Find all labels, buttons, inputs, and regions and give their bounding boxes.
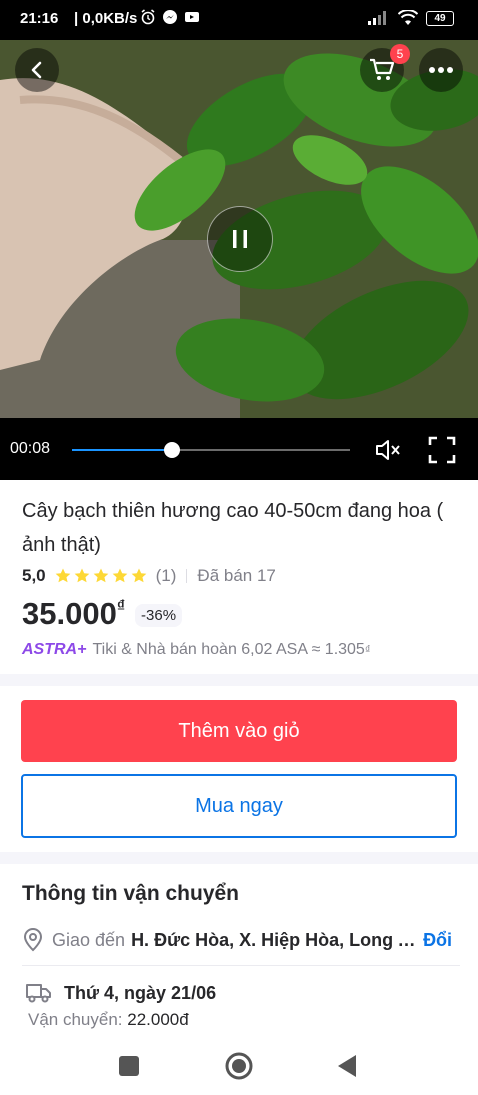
astra-text: Tiki & Nhà bán hoàn 6,02 ASA ≈ 1.305	[92, 641, 365, 658]
change-address-link[interactable]: Đổi	[423, 930, 452, 951]
star-icon	[131, 568, 146, 583]
price-row: 35.000 ₫ -36%	[22, 596, 183, 632]
status-network-speed: | 0,0KB/s	[74, 10, 138, 27]
truck-icon	[26, 984, 51, 1003]
video-time: 00:08	[10, 440, 51, 457]
cart-badge: 5	[390, 44, 410, 64]
back-button[interactable]	[15, 48, 59, 92]
pause-icon	[233, 230, 247, 248]
price-currency: ₫	[116, 598, 126, 615]
square-nav-icon	[119, 1056, 139, 1076]
video-progress-fill	[72, 449, 173, 451]
more-icon	[429, 67, 453, 73]
review-count[interactable]: (1)	[156, 566, 177, 586]
location-icon	[23, 928, 43, 952]
buy-now-button[interactable]: Mua ngay	[21, 774, 457, 838]
shipping-title: Thông tin vận chuyển	[22, 882, 240, 905]
section-divider	[0, 852, 478, 864]
mute-icon[interactable]	[374, 436, 402, 464]
video-progress-thumb[interactable]	[164, 442, 181, 458]
rating-stars	[54, 567, 148, 585]
product-title: Cây bạch thiên hương cao 40-50cm đang ho…	[22, 500, 444, 556]
section-divider	[0, 674, 478, 686]
back-nav-icon	[338, 1055, 356, 1077]
status-time: 21:16	[20, 10, 59, 27]
battery-indicator: 49	[426, 10, 454, 26]
address-label: Giao đến	[52, 929, 126, 950]
shipping-fee-label: Vận chuyển:	[28, 1010, 123, 1029]
wifi-icon	[398, 10, 418, 25]
more-button[interactable]	[419, 48, 463, 92]
star-icon	[93, 568, 108, 583]
rating-score: 5,0	[22, 566, 46, 585]
signal-icon	[368, 11, 386, 25]
astra-reward-row[interactable]: ASTRA+ Tiki & Nhà bán hoàn 6,02 ASA ≈ 1.…	[22, 641, 370, 659]
status-bar: 21:16 | 0,0KB/s 49	[0, 0, 478, 40]
shipping-address-row[interactable]: Giao đến H. Đức Hòa, X. Hiệp Hòa, Long A…	[22, 928, 458, 952]
star-icon	[55, 568, 70, 583]
system-nav-bar	[0, 1038, 478, 1095]
video-progress-bar[interactable]	[72, 442, 350, 458]
recents-button[interactable]	[113, 1050, 145, 1082]
shipping-fee-value: 22.000đ	[127, 1010, 189, 1029]
delivery-row: Thứ 4, ngày 21/06	[26, 982, 216, 1004]
discount-badge: -36%	[135, 604, 183, 627]
home-nav-icon	[225, 1052, 253, 1080]
fullscreen-icon[interactable]	[428, 436, 456, 464]
sold-count: Đã bán 17	[197, 566, 276, 585]
astra-brand: ASTRA+	[22, 641, 87, 658]
add-to-cart-button[interactable]: Thêm vào giỏ	[21, 700, 457, 762]
cart-icon	[370, 58, 395, 80]
back-nav-button[interactable]	[331, 1050, 363, 1082]
product-video[interactable]: 5	[0, 40, 478, 418]
delivery-date: Thứ 4, ngày 21/06	[64, 982, 217, 1003]
divider	[22, 965, 460, 966]
back-arrow-icon	[31, 61, 42, 79]
star-icon	[112, 568, 127, 583]
star-icon	[74, 568, 89, 583]
address-value: H. Đức Hòa, X. Hiệp Hòa, Long An	[131, 929, 418, 950]
rating-row: 5,0 (1) Đã bán 17	[22, 566, 276, 586]
shipping-fee-row: Vận chuyển: 22.000đ	[28, 1010, 189, 1030]
divider	[186, 569, 188, 583]
video-controls: 00:08	[0, 418, 478, 480]
alarm-icon	[141, 9, 155, 25]
video-notification-icon	[185, 12, 199, 22]
pause-button[interactable]	[207, 206, 273, 272]
messenger-icon	[163, 10, 177, 24]
price: 35.000	[22, 596, 117, 631]
astra-currency: ₫	[364, 644, 371, 656]
home-button[interactable]	[223, 1050, 255, 1082]
